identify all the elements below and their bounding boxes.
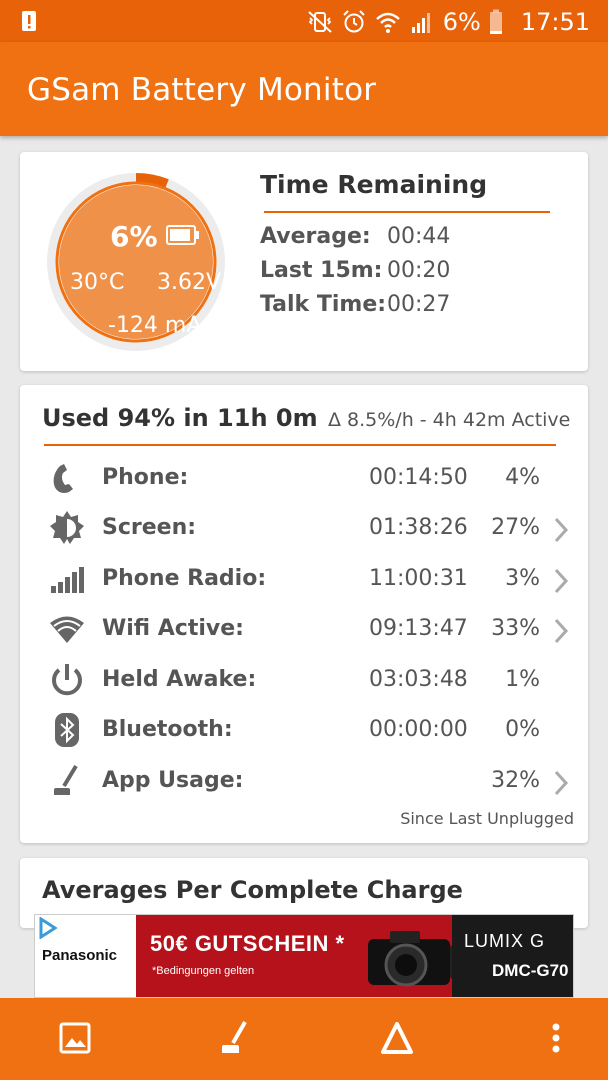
ad-product-line2: DMC-G70	[492, 961, 569, 980]
usage-row-name: App Usage:	[102, 768, 244, 793]
chevron-right-icon[interactable]	[552, 516, 570, 544]
bottom-toolbar	[0, 998, 608, 1080]
screen-brightness-icon	[50, 511, 84, 544]
usage-row-held-awake[interactable]: Held Awake: 03:03:48 1%	[20, 655, 588, 705]
alarm-icon	[343, 10, 365, 33]
usage-row-time: 11:00:31	[369, 566, 468, 591]
usage-row-name: Screen:	[102, 515, 197, 540]
usage-row-time: 09:13:47	[369, 616, 468, 641]
time-remaining-value: 00:44	[387, 224, 451, 249]
usage-row-percent: 1%	[505, 667, 540, 692]
ad-note: *Bedingungen gelten	[152, 965, 255, 977]
app-title: GSam Battery Monitor	[27, 72, 377, 108]
usage-footer: Since Last Unplugged	[400, 809, 574, 828]
ad-product-panel: LUMIX G DMC-G70	[452, 915, 573, 997]
battery-gauge[interactable]: 6% 30°C 3.62V -124 mA	[42, 168, 230, 356]
usage-row-percent: 4%	[505, 465, 540, 490]
gauge-percent: 6%	[110, 220, 158, 253]
battery-icon	[489, 9, 502, 34]
chevron-right-icon[interactable]	[552, 567, 570, 595]
battery-percent-text: 6%	[442, 8, 481, 36]
divider	[44, 444, 556, 446]
app-usage-icon	[54, 764, 78, 795]
signal-icon	[411, 13, 430, 33]
usage-title: Used 94% in 11h 0m	[42, 404, 318, 432]
usage-card: Used 94% in 11h 0m Δ 8.5%/h - 4h 42m Act…	[20, 385, 588, 843]
usage-row-time: 01:38:26	[369, 515, 468, 540]
bluetooth-icon	[55, 713, 79, 747]
status-bar: 6% 17:51	[0, 0, 608, 42]
mute-vibrate-icon	[308, 11, 332, 33]
ad-offer-panel: 50€ GUTSCHEIN * *Bedingungen gelten	[136, 915, 496, 997]
gallery-icon[interactable]	[55, 1018, 95, 1058]
usage-row-wifi[interactable]: Wifi Active: 09:13:47 33%	[20, 604, 588, 654]
divider	[264, 211, 550, 213]
usage-row-percent: 0%	[505, 717, 540, 742]
usage-row-name: Held Awake:	[102, 667, 257, 692]
usage-row-time: 00:14:50	[369, 465, 468, 490]
gauge-current: -124 mA	[108, 313, 202, 338]
gauge-temperature: 30°C	[70, 270, 125, 295]
usage-row-name: Wifi Active:	[102, 616, 244, 641]
chevron-right-icon[interactable]	[552, 617, 570, 645]
ad-banner[interactable]: Panasonic 50€ GUTSCHEIN * *Bedingungen g…	[34, 914, 574, 998]
delta-icon[interactable]	[377, 1018, 417, 1058]
usage-row-percent: 27%	[491, 515, 540, 540]
battery-icon	[166, 225, 199, 245]
app-usage-icon[interactable]	[215, 1018, 255, 1058]
usage-subtitle: Δ 8.5%/h - 4h 42m Active	[328, 409, 571, 431]
time-remaining-label: Talk Time:	[260, 292, 387, 317]
usage-row-percent: 33%	[491, 616, 540, 641]
ad-product-line1: LUMIX G	[464, 931, 546, 951]
wifi-icon	[50, 616, 84, 643]
averages-title: Averages Per Complete Charge	[42, 876, 463, 904]
usage-row-percent: 3%	[505, 566, 540, 591]
clock: 17:51	[520, 8, 590, 36]
time-remaining-title: Time Remaining	[260, 170, 488, 199]
ad-choices-icon[interactable]	[37, 917, 59, 939]
ad-brand: Panasonic	[42, 947, 118, 964]
usage-row-name: Bluetooth:	[102, 717, 233, 742]
alert-icon	[22, 11, 36, 31]
battery-summary-card[interactable]: 6% 30°C 3.62V -124 mA Time Remaining Ave…	[20, 152, 588, 371]
usage-row-phone-radio[interactable]: Phone Radio: 11:00:31 3%	[20, 554, 588, 604]
gauge-voltage: 3.62V	[157, 270, 222, 295]
usage-row-time: 00:00:00	[369, 717, 468, 742]
phone-icon	[53, 464, 73, 493]
usage-row-name: Phone:	[102, 465, 189, 490]
usage-row-name: Phone Radio:	[102, 566, 267, 591]
usage-row-app-usage[interactable]: App Usage: 32%	[20, 756, 588, 806]
usage-row-time: 03:03:48	[369, 667, 468, 692]
usage-row-screen[interactable]: Screen: 01:38:26 27%	[20, 503, 588, 553]
time-remaining-label: Last 15m:	[260, 258, 383, 283]
power-icon	[52, 664, 82, 696]
chevron-right-icon[interactable]	[552, 769, 570, 797]
time-remaining-value: 00:20	[387, 258, 451, 283]
usage-row-percent: 32%	[491, 768, 540, 793]
usage-row-phone[interactable]: Phone: 00:14:50 4%	[20, 453, 588, 503]
wifi-icon	[375, 12, 400, 33]
time-remaining-value: 00:27	[387, 292, 451, 317]
signal-bars-icon	[51, 567, 84, 593]
ad-offer: 50€ GUTSCHEIN *	[150, 931, 345, 956]
more-vert-icon[interactable]	[536, 1018, 576, 1058]
time-remaining-label: Average:	[260, 224, 371, 249]
app-bar: GSam Battery Monitor	[0, 42, 608, 136]
usage-row-bluetooth[interactable]: Bluetooth: 00:00:00 0%	[20, 705, 588, 755]
status-icons: 6% 17:51	[307, 6, 590, 38]
ad-brand-panel: Panasonic	[35, 915, 136, 997]
